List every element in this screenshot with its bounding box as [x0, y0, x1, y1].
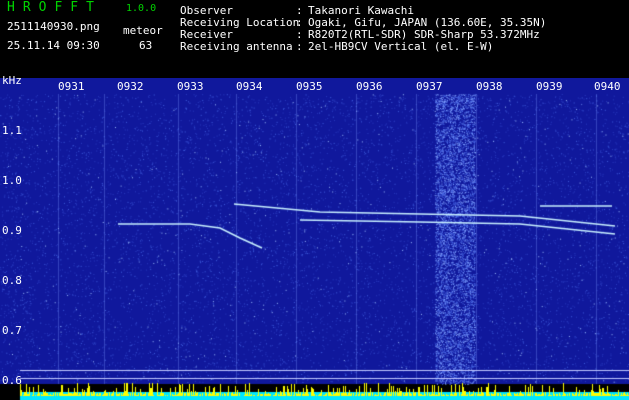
- y-tick-label: 0.9: [2, 224, 22, 237]
- detection-count: 63: [139, 39, 153, 52]
- spectrogram-canvas: [0, 78, 629, 400]
- x-tick-label: 0935: [296, 80, 323, 93]
- y-tick-label: 1.1: [2, 124, 22, 137]
- info-key-antenna: Receiving antenna: [180, 40, 293, 53]
- capture-datetime: 25.11.14 09:30: [7, 39, 100, 52]
- app-title: HROFFT: [7, 0, 102, 15]
- x-tick-label: 0932: [117, 80, 144, 93]
- y-tick-label: 0.6: [2, 374, 22, 387]
- x-tick-label: 0933: [177, 80, 204, 93]
- y-tick-label: 1.0: [2, 174, 22, 187]
- app-version: 1.0.0: [126, 3, 157, 14]
- x-tick-label: 0931: [58, 80, 85, 93]
- info-separator: :: [296, 40, 303, 53]
- detection-label: meteor: [123, 24, 163, 37]
- y-tick-label: 0.7: [2, 324, 22, 337]
- y-axis-unit: kHz: [2, 74, 22, 87]
- x-tick-label: 0938: [476, 80, 503, 93]
- x-tick-label: 0936: [356, 80, 383, 93]
- header-panel: HROFFT 1.0.0 2511140930.png 25.11.14 09:…: [0, 0, 629, 78]
- x-tick-label: 0939: [536, 80, 563, 93]
- x-tick-label: 0937: [416, 80, 443, 93]
- x-tick-label: 0940: [594, 80, 621, 93]
- info-value-antenna: 2el-HB9CV Vertical (el. E-W): [308, 40, 494, 53]
- image-filename: 2511140930.png: [7, 20, 100, 33]
- spectrogram-panel: kHz 1.1 1.0 0.9 0.8 0.7 0.6 0931 0932 09…: [0, 74, 629, 400]
- x-tick-label: 0934: [236, 80, 263, 93]
- y-tick-label: 0.8: [2, 274, 22, 287]
